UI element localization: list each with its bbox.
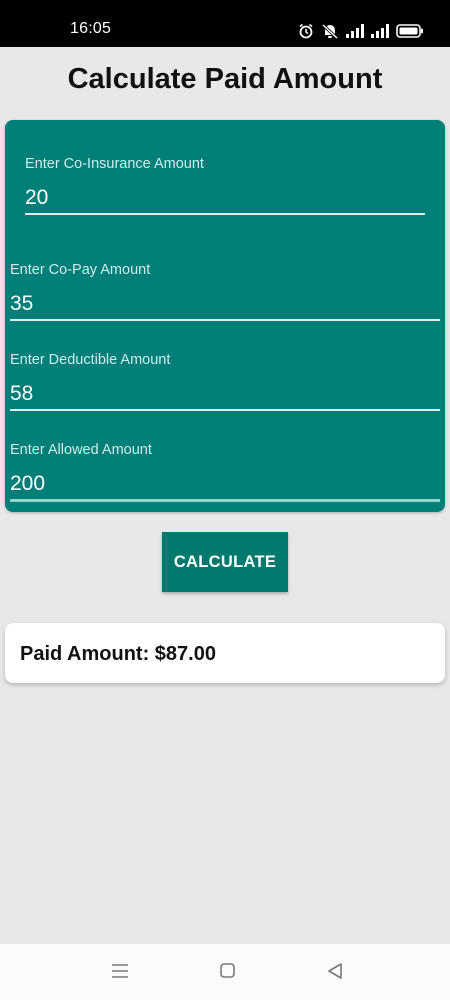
- alarm-icon: [298, 23, 314, 39]
- battery-icon: [396, 24, 424, 38]
- deductible-input[interactable]: 58: [10, 382, 33, 406]
- signal-icon: [346, 24, 364, 38]
- result-card: Paid Amount: $87.00: [5, 623, 445, 683]
- allowed-field[interactable]: Enter Allowed Amount 200: [10, 442, 440, 504]
- calculate-button[interactable]: CALCULATE: [162, 532, 288, 592]
- status-time: 16:05: [70, 20, 112, 37]
- status-bar: 16:05: [0, 0, 450, 47]
- page-title: Calculate Paid Amount: [67, 63, 383, 95]
- back-icon[interactable]: [326, 962, 344, 985]
- copay-field[interactable]: Enter Co-Pay Amount 35: [10, 262, 440, 322]
- copay-underline: [10, 319, 440, 321]
- copay-input[interactable]: 35: [10, 292, 33, 316]
- deductible-label: Enter Deductible Amount: [10, 352, 171, 368]
- menu-icon[interactable]: [111, 962, 129, 985]
- coinsurance-input[interactable]: 20: [25, 186, 48, 210]
- signal-icon: [371, 24, 389, 38]
- home-icon[interactable]: [219, 962, 237, 985]
- allowed-label: Enter Allowed Amount: [10, 442, 152, 458]
- form-card: Enter Co-Insurance Amount 20 Enter Co-Pa…: [5, 120, 445, 512]
- deductible-field[interactable]: Enter Deductible Amount 58: [10, 352, 440, 412]
- status-icons: [298, 20, 424, 42]
- copay-label: Enter Co-Pay Amount: [10, 262, 151, 278]
- coinsurance-underline: [25, 213, 425, 215]
- paid-amount-text: Paid Amount: $87.00: [20, 643, 216, 665]
- system-nav-bar: [0, 944, 450, 1000]
- coinsurance-field[interactable]: Enter Co-Insurance Amount 20: [25, 156, 425, 216]
- deductible-underline: [10, 409, 440, 411]
- allowed-underline: [10, 499, 440, 502]
- coinsurance-label: Enter Co-Insurance Amount: [25, 156, 204, 172]
- allowed-input[interactable]: 200: [10, 472, 45, 496]
- mute-icon: [321, 23, 339, 39]
